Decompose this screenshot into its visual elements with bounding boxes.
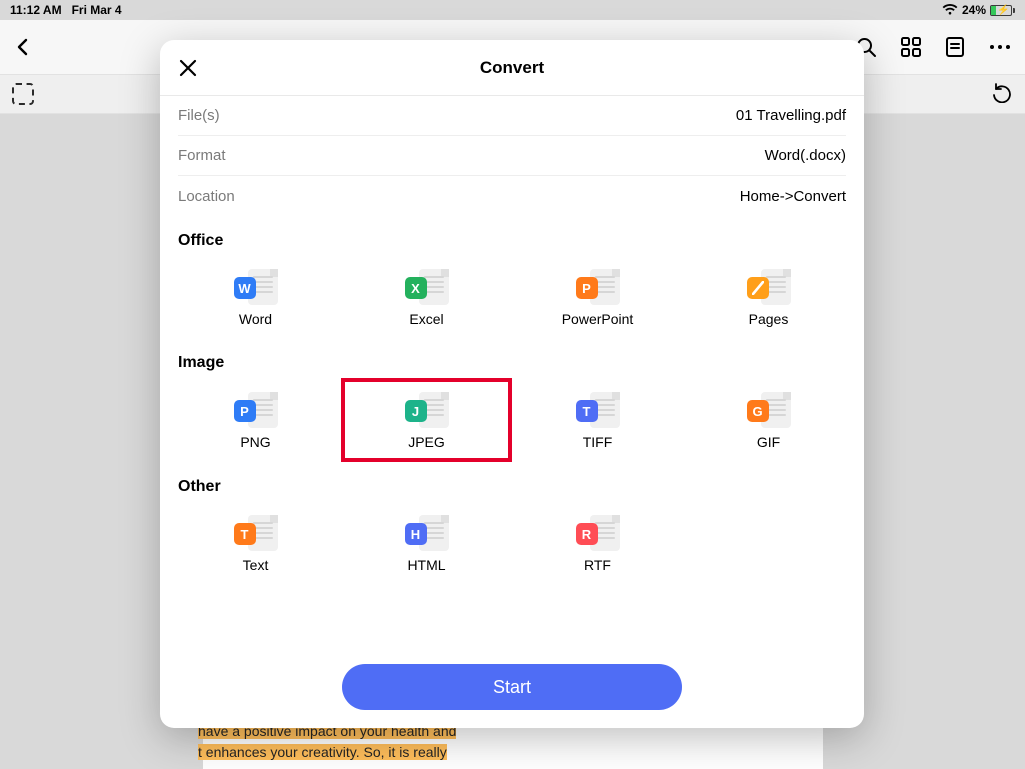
wifi-icon — [942, 4, 958, 16]
location-row[interactable]: Location Home->Convert — [178, 176, 846, 216]
status-bar: 11:12 AM Fri Mar 4 24% ⚡ — [0, 0, 1025, 20]
image-grid: PPNGJJPEGTTIFFGGIF — [160, 378, 864, 462]
format-pages[interactable]: Pages — [683, 256, 854, 338]
format-gif[interactable]: GGIF — [683, 378, 854, 462]
section-office: Office — [160, 216, 864, 256]
format-label: GIF — [757, 434, 780, 450]
format-rtf[interactable]: RRTF — [512, 502, 683, 584]
format-label: JPEG — [408, 434, 445, 450]
files-value: 01 Travelling.pdf — [736, 107, 846, 124]
location-value: Home->Convert — [740, 188, 846, 205]
start-button[interactable]: Start — [342, 664, 682, 710]
files-row[interactable]: File(s) 01 Travelling.pdf — [178, 96, 846, 136]
files-label: File(s) — [178, 107, 220, 124]
crop-icon[interactable] — [12, 83, 34, 105]
section-other: Other — [160, 462, 864, 502]
close-icon[interactable] — [178, 58, 198, 78]
info-rows: File(s) 01 Travelling.pdf Format Word(.d… — [160, 96, 864, 216]
format-label: Pages — [749, 311, 789, 327]
grid-view-icon[interactable] — [901, 37, 921, 57]
format-label: HTML — [407, 557, 445, 573]
format-label: Text — [243, 557, 269, 573]
status-time: 11:12 AM — [10, 3, 62, 17]
status-date: Fri Mar 4 — [72, 3, 122, 17]
modal-title: Convert — [480, 58, 544, 78]
format-label: Word — [239, 311, 272, 327]
format-row[interactable]: Format Word(.docx) — [178, 136, 846, 176]
office-grid: WWordXExcelPPowerPoint Pages — [160, 256, 864, 338]
convert-modal: Convert File(s) 01 Travelling.pdf Format… — [160, 40, 864, 728]
format-jpeg[interactable]: JJPEG — [341, 378, 512, 462]
format-label: TIFF — [583, 434, 613, 450]
format-png[interactable]: PPNG — [170, 378, 341, 462]
format-excel[interactable]: XExcel — [341, 256, 512, 338]
modal-header: Convert — [160, 40, 864, 96]
other-grid: TTextHHTMLRRTF — [160, 502, 864, 584]
format-label: Format — [178, 147, 226, 164]
undo-icon[interactable] — [991, 81, 1013, 108]
format-label: Excel — [409, 311, 443, 327]
format-powerpoint[interactable]: PPowerPoint — [512, 256, 683, 338]
format-text[interactable]: TText — [170, 502, 341, 584]
format-label: RTF — [584, 557, 611, 573]
more-icon[interactable] — [989, 44, 1011, 50]
battery-icon: ⚡ — [990, 5, 1015, 16]
location-label: Location — [178, 188, 235, 205]
format-tiff[interactable]: TTIFF — [512, 378, 683, 462]
battery-percentage: 24% — [962, 3, 986, 17]
notes-icon[interactable] — [945, 36, 965, 58]
format-value: Word(.docx) — [765, 147, 846, 164]
section-image: Image — [160, 338, 864, 378]
back-button[interactable] — [14, 38, 32, 56]
format-word[interactable]: WWord — [170, 256, 341, 338]
format-html[interactable]: HHTML — [341, 502, 512, 584]
format-label: PowerPoint — [562, 311, 634, 327]
format-label: PNG — [240, 434, 270, 450]
